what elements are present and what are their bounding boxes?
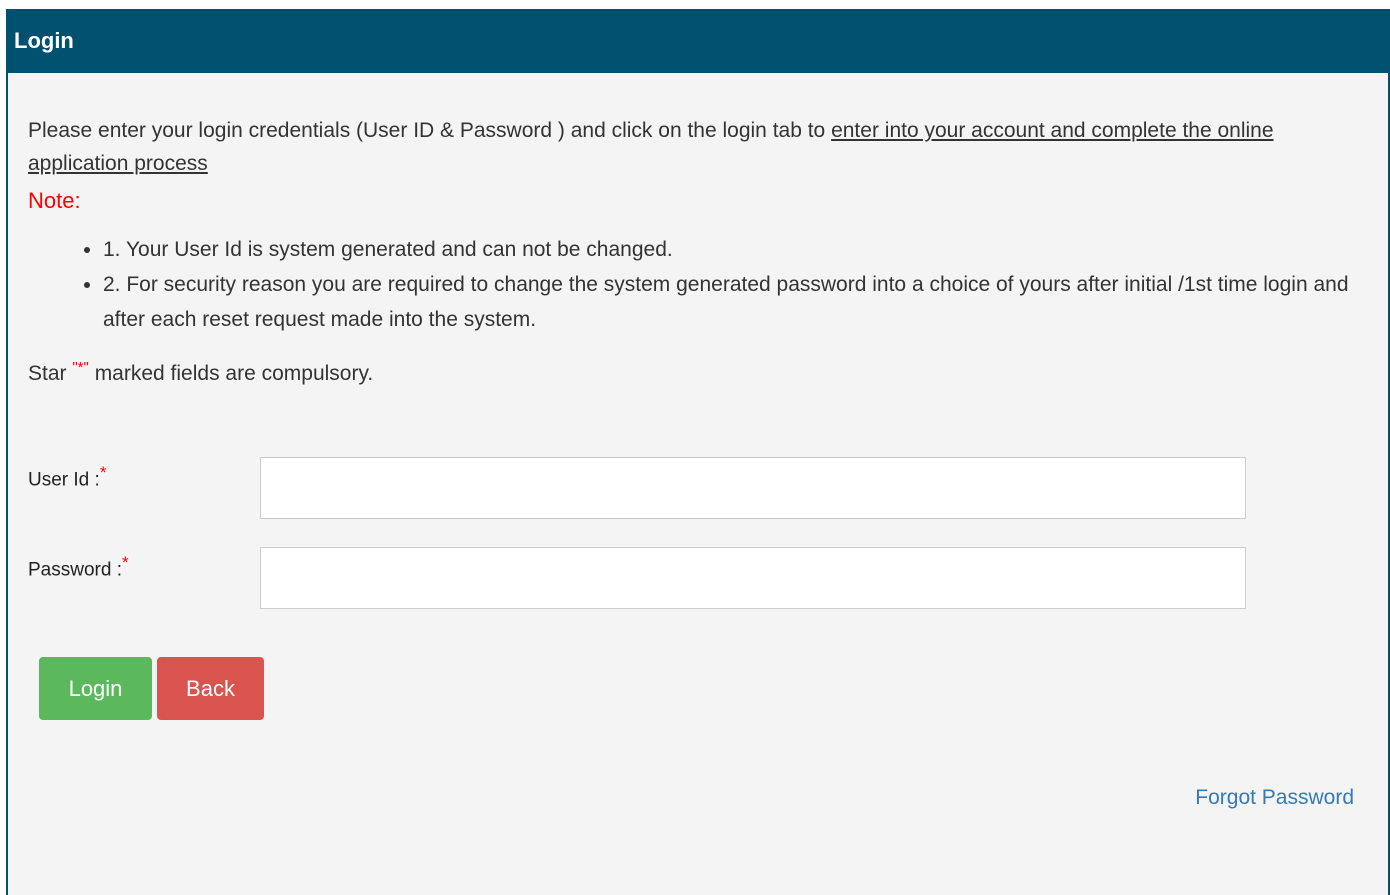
login-button[interactable]: Login	[39, 657, 152, 720]
compulsory-suffix: marked fields are compulsory.	[88, 362, 374, 385]
required-asterisk: *	[99, 463, 107, 482]
intro-paragraph: Please enter your login credentials (Use…	[28, 73, 1366, 180]
list-item: 1. Your User Id is system generated and …	[103, 232, 1366, 267]
forgot-password-link[interactable]: Forgot Password	[1195, 786, 1354, 810]
required-asterisk: *	[121, 553, 129, 572]
login-panel: Login Please enter your login credential…	[6, 9, 1390, 895]
note-list: 1. Your User Id is system generated and …	[28, 232, 1366, 337]
note-title: Note	[28, 188, 75, 213]
password-label: Password :*	[28, 550, 129, 583]
back-button[interactable]: Back	[157, 657, 264, 720]
password-input[interactable]	[260, 547, 1246, 609]
compulsory-star: "*"	[72, 359, 89, 376]
compulsory-prefix: Star	[28, 362, 73, 385]
user-id-input[interactable]	[260, 457, 1246, 519]
password-label-text: Password :	[28, 559, 122, 581]
user-id-label: User Id :*	[28, 460, 106, 493]
note-colon: :	[74, 188, 81, 213]
compulsory-note: Star "*" marked fields are compulsory.	[28, 351, 1366, 390]
intro-text: Please enter your login credentials (Use…	[28, 119, 832, 142]
user-id-label-text: User Id :	[28, 469, 100, 491]
list-item: 2. For security reason you are required …	[103, 267, 1366, 337]
note-heading: Note:	[28, 180, 1366, 222]
panel-title: Login	[8, 9, 1388, 73]
panel-body: Please enter your login credentials (Use…	[8, 73, 1388, 390]
